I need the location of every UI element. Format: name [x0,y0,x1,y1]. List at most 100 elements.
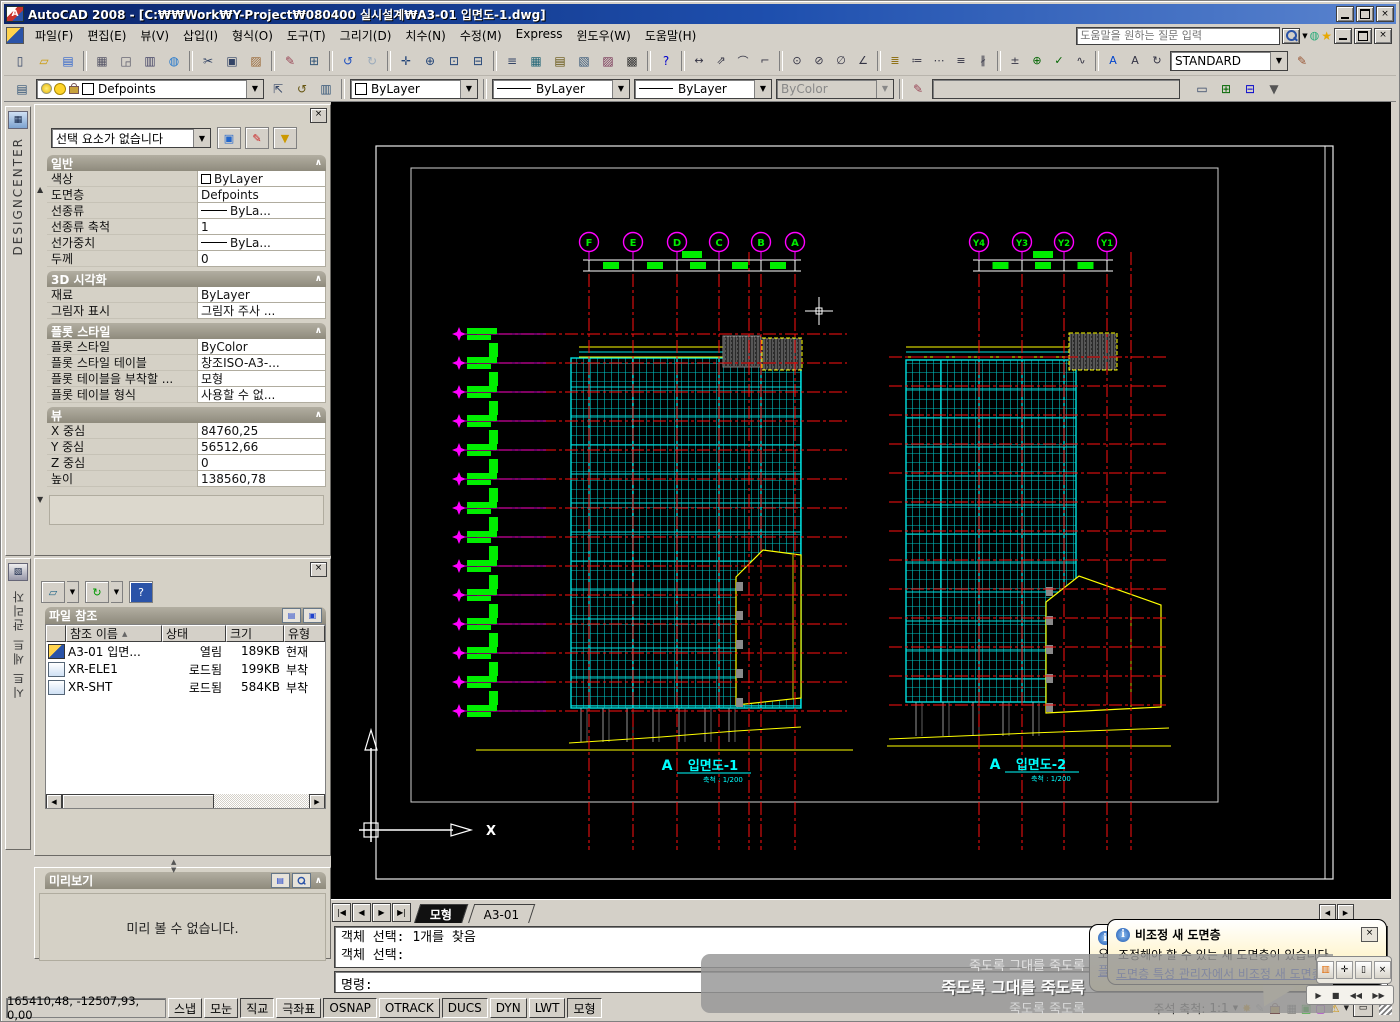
make-object-layer-current-icon[interactable]: ⇱ [267,78,289,100]
layer-states-manager-icon[interactable]: ▥ [315,78,337,100]
palette-splitter-handle[interactable]: ▲▼ [171,858,176,874]
favorites-star-icon[interactable]: ★ [1321,29,1332,43]
menu-item[interactable]: 파일(F) [28,25,80,46]
color-combo[interactable]: ByLayer ▼ [350,79,478,99]
refedit-name-icon[interactable]: ✎ [907,78,929,100]
toggle-LWT[interactable]: LWT [529,998,566,1018]
dim-inspect-icon[interactable]: ✓ [1049,51,1069,71]
refedit-block-icon[interactable]: ▭ [1191,78,1213,100]
scroll-thumb[interactable] [62,794,214,809]
refedit-save-icon[interactable]: ▼ [1263,78,1285,100]
toggle-pickadd-icon[interactable]: ▼ [273,127,297,149]
xref-column-header[interactable]: 상태 [162,625,226,642]
dimstyle-apply-icon[interactable]: ✎ [1291,50,1313,72]
dim-update-icon[interactable]: ↻ [1147,51,1167,71]
plot-icon[interactable]: ▦ [91,50,113,72]
layer-thaw-icon[interactable] [54,83,66,95]
menu-item[interactable]: 뷰(V) [133,25,176,46]
menu-item[interactable]: 그리기(D) [333,25,399,46]
help-icon[interactable]: ? [655,50,677,72]
dim-jog-line-icon[interactable]: ∿ [1071,51,1091,71]
dim-text-edit-icon[interactable]: A [1103,51,1123,71]
property-value[interactable]: ByColor [197,339,326,355]
prev-icon[interactable]: ◀◀ [1348,991,1364,1000]
designcenter-icon[interactable]: ▦ [525,50,547,72]
toggle-OTRACK[interactable]: OTRACK [379,998,440,1018]
scroll-right-icon[interactable]: ▶ [309,794,325,809]
preview-zoom-icon[interactable] [292,873,311,888]
mdi-close-button[interactable]: × [1374,28,1392,44]
coordinate-display[interactable]: 165410,48, -12507,93, 0,00 [6,998,166,1018]
help-search-icon[interactable] [1282,28,1300,44]
dim-radius-icon[interactable]: ⊙ [787,51,807,71]
menu-item[interactable]: 도구(T) [280,25,333,46]
dim-break-icon[interactable]: ∦ [973,51,993,71]
refresh-icon[interactable]: ↻ [85,581,109,603]
paste-icon[interactable]: ▨ [245,50,267,72]
collapse-chevron-icon[interactable]: ∧ [315,274,322,284]
properties-close-icon[interactable]: × [310,108,327,123]
preview-collapse-icon[interactable]: ∧ [315,876,322,886]
dim-spacing-icon[interactable]: ≡ [951,51,971,71]
section-header[interactable]: 뷰∧ [47,407,326,423]
play-icon[interactable]: ▶ [1313,991,1323,1000]
menu-item[interactable]: Express [509,25,570,46]
communication-center-icon[interactable]: ◍ [1310,29,1320,42]
preview-image-icon[interactable]: ▤ [271,873,290,888]
tab-모형[interactable]: 모형 [414,904,469,924]
xref-row[interactable]: XR-SHT로드됨584KB부착 [46,678,325,696]
property-value[interactable]: ByLa... [197,203,326,219]
property-value[interactable]: 창조ISO-A3-... [197,355,326,371]
zoom-previous-icon[interactable]: ⊟ [467,50,489,72]
toggle-모형[interactable]: 모형 [567,998,601,1018]
dim-aligned-icon[interactable]: ⇗ [711,51,731,71]
designcenter-dock-bar[interactable]: ▦ DESIGNCENTER [5,106,31,556]
mdi-minimize-button[interactable] [1334,28,1352,44]
selection-combo[interactable]: 선택 요소가 없습니다 ▼ [51,128,211,148]
property-value[interactable]: ByLa... [197,235,326,251]
attach-dropdown-icon[interactable]: ▼ [67,581,79,603]
linetype-combo[interactable]: ByLayer ▼ [492,79,630,99]
dim-arc-length-icon[interactable]: ⌒ [733,51,753,71]
publish-icon[interactable]: ▥ [139,50,161,72]
plot-preview-icon[interactable]: ◲ [115,50,137,72]
property-value[interactable]: Defpoints [197,187,326,203]
xref-close-icon[interactable]: × [310,562,327,577]
quick-select-icon[interactable]: ▣ [217,127,241,149]
dim-continue-icon[interactable]: ⋯ [929,51,949,71]
select-objects-icon[interactable]: ✎ [245,127,269,149]
dim-ordinate-icon[interactable]: ⌐ [755,51,775,71]
property-value[interactable]: 그림자 주사 ... [197,303,326,319]
refresh-dropdown-icon[interactable]: ▼ [111,581,123,603]
sheetset-manager-icon[interactable]: ▧ [573,50,595,72]
undo-icon[interactable]: ↺ [337,50,359,72]
dimstyle-combo[interactable]: STANDARD ▼ [1170,51,1288,71]
property-value[interactable]: 사용할 수 없... [197,387,326,403]
capture-settings-icon[interactable]: ▯ [1355,961,1372,979]
tab-next-icon[interactable]: ▶ [372,903,391,922]
xref-help-icon[interactable]: ? [129,581,153,603]
stop-icon[interactable]: ■ [1330,991,1342,1000]
open-icon[interactable]: ▱ [33,50,55,72]
tab-prev-icon[interactable]: ◀ [352,903,371,922]
copy-icon[interactable]: ▣ [221,50,243,72]
palette-scroll-down-icon[interactable]: ▼ [37,495,43,504]
xref-hscrollbar[interactable]: ◀ ▶ [46,794,325,808]
tab-last-icon[interactable]: ▶| [392,903,411,922]
block-editor-icon[interactable]: ⊞ [303,50,325,72]
redo-icon[interactable]: ↻ [361,50,383,72]
xref-column-header[interactable]: 유형 [284,625,325,642]
zoom-window-icon[interactable]: ⊡ [443,50,465,72]
layer-on-icon[interactable] [41,83,52,94]
property-value[interactable]: 0 [197,251,326,267]
qnew-icon[interactable]: ▯ [9,50,31,72]
layer-combo[interactable]: Defpoints ▼ [36,79,264,99]
section-header[interactable]: 일반∧ [47,155,326,171]
property-value[interactable]: 모형 [197,371,326,387]
dim-linear-icon[interactable]: ↔ [689,51,709,71]
zoom-realtime-icon[interactable]: ⊕ [419,50,441,72]
refedit-remove-objects-icon[interactable]: ⊟ [1239,78,1261,100]
mdi-restore-button[interactable] [1354,28,1372,44]
center-mark-icon[interactable]: ⊕ [1027,51,1047,71]
drawing-canvas[interactable]: FEDCBAY4Y3Y2Y1A입면도-1축척 : 1/200A입면도-2축척 :… [331,102,1391,899]
